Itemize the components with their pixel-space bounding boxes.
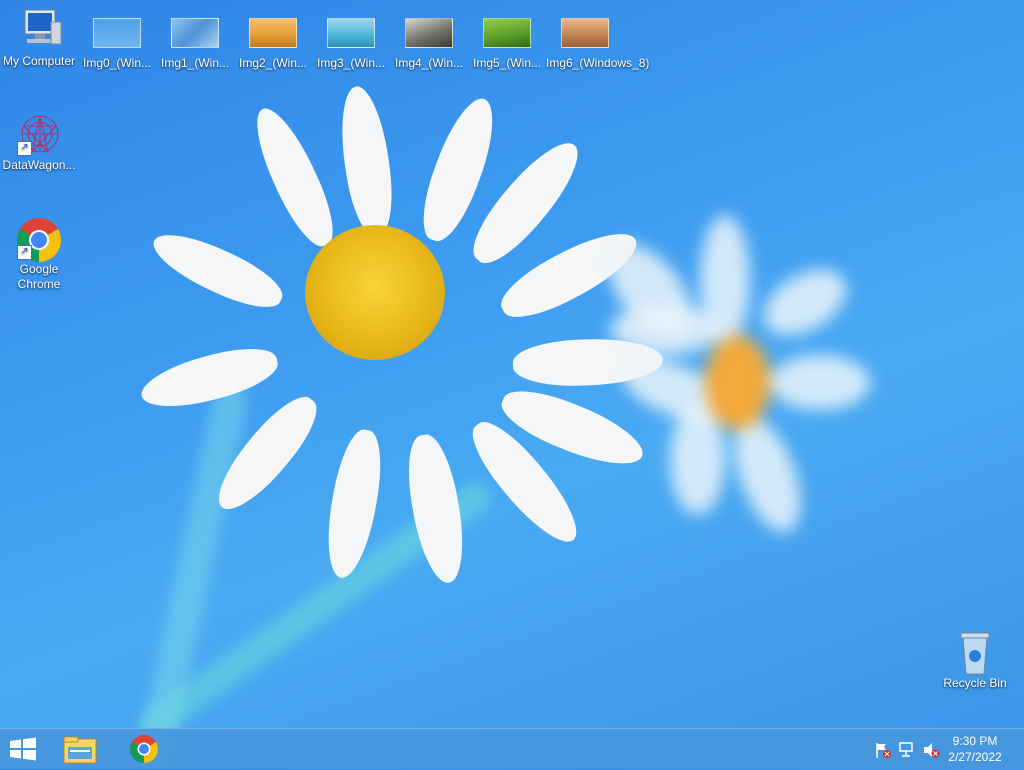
desktop-icon-label: My Computer [2,54,76,68]
desktop-icon-img4[interactable]: Img4_(Win... [390,8,468,71]
desktop-icon-my-computer[interactable]: My Computer [0,8,78,69]
image-thumbnail-icon [483,18,531,48]
wallpaper-blurred-daisy [591,215,870,541]
image-thumbnail-icon [327,18,375,48]
desktop-icon-label: Img2_(Win... [238,56,307,70]
image-thumbnail-icon [93,18,141,48]
action-center-flag-icon[interactable] [874,741,892,764]
desktop-wallpaper [0,0,1024,768]
desktop-icon-label: Img1_(Win... [160,56,229,70]
computer-icon [15,8,63,52]
desktop-icon-google-chrome[interactable]: ↗ Google Chrome [0,216,78,292]
desktop-icon-label: Img4_(Win... [394,56,463,70]
start-button[interactable] [8,737,38,761]
image-thumbnail-icon [171,18,219,48]
file-explorer-icon [63,736,97,764]
image-thumbnail-icon [561,18,609,48]
desktop-icon-datawagon[interactable]: ↗ DataWagon... [0,112,78,173]
network-icon[interactable] [898,741,916,764]
image-thumbnail-icon [249,18,297,48]
desktop-icon-img3[interactable]: Img3_(Win... [312,8,390,71]
desktop-icon-label: Img3_(Win... [316,56,385,70]
image-thumbnail-icon [405,18,453,48]
desktop-icon-label: Img0_(Win... [82,56,151,70]
chrome-icon: ↗ [15,216,63,262]
desktop-icon-label: Img5_(Win... [472,56,541,70]
desktop-icon-label: Recycle Bin [943,676,1007,690]
taskbar-file-explorer[interactable] [58,733,102,765]
desktop-icon-recycle-bin[interactable]: Recycle Bin [936,630,1014,691]
shortcut-arrow-icon: ↗ [17,141,32,156]
desktop-icon-img1[interactable]: Img1_(Win... [156,8,234,71]
windows-logo-icon [10,737,36,761]
taskbar: 9:30 PM 2/27/2022 [0,728,1024,769]
volume-muted-icon[interactable] [922,741,940,764]
desktop-icon-label: DataWagon... [2,158,76,172]
clock-date: 2/27/2022 [948,750,1002,764]
datawagon-icon: ↗ [15,112,63,156]
desktop-icon-label: Google Chrome [17,262,61,291]
desktop-icon-img6[interactable]: Img6_(Windows_8) [546,8,650,71]
taskbar-clock[interactable]: 9:30 PM 2/27/2022 [940,733,1010,765]
desktop-icon-img0[interactable]: Img0_(Win... [78,8,156,71]
desktop-icon-label: Img6_(Windows_8) [546,56,650,70]
shortcut-arrow-icon: ↗ [17,245,32,260]
recycle-bin-icon [951,630,999,675]
clock-time: 9:30 PM [952,734,998,748]
taskbar-google-chrome[interactable] [122,733,166,765]
desktop-icon-img5[interactable]: Img5_(Win... [468,8,546,71]
desktop-icon-img2[interactable]: Img2_(Win... [234,8,312,71]
chrome-icon [130,735,158,763]
